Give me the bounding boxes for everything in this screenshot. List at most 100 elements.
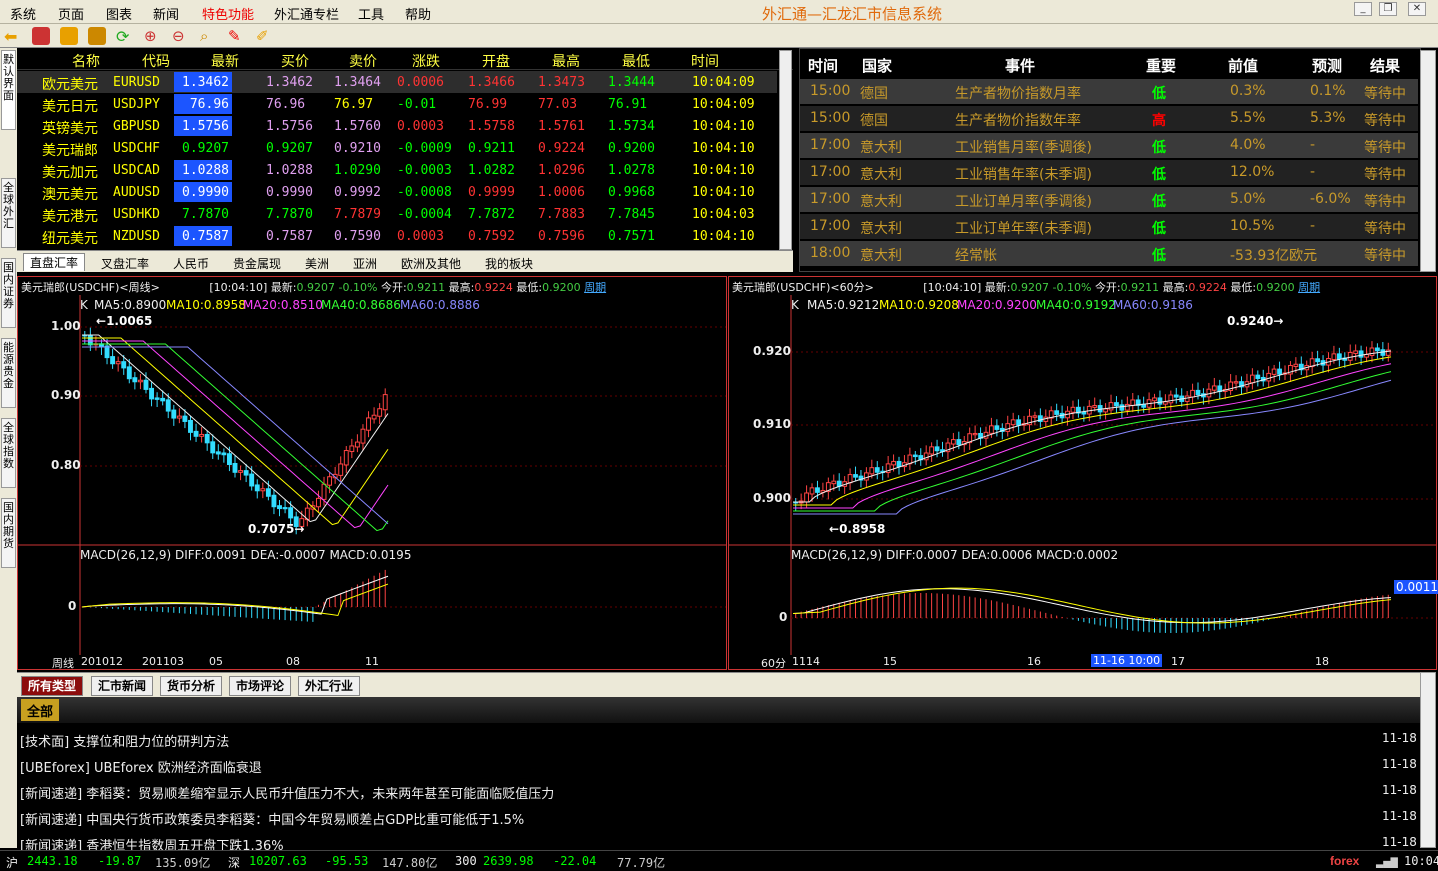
tab-rmb[interactable]: 人民币	[173, 255, 209, 272]
sh-index-change: -19.87	[98, 854, 142, 868]
col-bid[interactable]: 买价	[281, 51, 309, 71]
col-name[interactable]: 名称	[72, 51, 100, 71]
menu-column[interactable]: 外汇通专栏	[274, 4, 339, 23]
calendar-row[interactable]: 17:00 意大利 工业销售年率(未季调) 低 12.0% - 等待中	[800, 159, 1418, 185]
col-last[interactable]: 最新	[211, 51, 239, 71]
calendar-row[interactable]: 18:00 意大利 经常帐 低 -53.93亿欧元 - 等待中	[800, 240, 1418, 266]
close-button[interactable]: ✕	[1408, 2, 1426, 16]
calendar-cell-event: 工业订单年率(未季调)	[955, 221, 1092, 237]
calendar-row[interactable]: 17:00 意大利 工业订单年率(未季调) 低 10.5% - 等待中	[800, 213, 1418, 239]
book-icon[interactable]	[60, 27, 78, 45]
cal-col-previous: 前值	[1228, 57, 1259, 75]
back-arrow-icon[interactable]: ⬅	[4, 27, 22, 46]
quote-row[interactable]: 欧元美元 EURUSD 1.3462 1.3462 1.3464 0.0006 1.3466…	[17, 71, 777, 93]
menu-help[interactable]: 帮助	[405, 4, 431, 23]
quote-row[interactable]: 纽元美元 NZDUSD 0.7587 0.7587 0.7590 0.0003 0.7592…	[17, 225, 777, 247]
candle-body	[265, 488, 271, 497]
left-tab-default[interactable]: 默认界面	[1, 50, 16, 130]
minimize-button[interactable]: _	[1354, 2, 1372, 16]
news-item[interactable]: [技术面] 支撑位和阻力位的研判方法 11-18	[20, 731, 1420, 757]
candle-body	[188, 419, 193, 433]
quotes-scrollbar[interactable]	[779, 50, 792, 250]
tab-precious-metals[interactable]: 贵金属现	[233, 255, 281, 272]
left-tab-futures[interactable]: 国内期货	[1, 498, 16, 568]
tab-americas[interactable]: 美洲	[305, 255, 329, 272]
find-icon[interactable]: ⌕	[200, 27, 218, 45]
calendar-cell-res: 等待中	[1364, 140, 1406, 156]
news-tab-industry[interactable]: 外汇行业	[298, 676, 361, 696]
menu-tools[interactable]: 工具	[358, 4, 384, 23]
col-time[interactable]: 时间	[691, 51, 719, 71]
quote-cell-low: 0.9968	[608, 185, 655, 200]
quote-cell-ask: 7.7879	[334, 207, 381, 222]
calendar-row[interactable]: 17:00 意大利 工业订单月率(季调後) 低 5.0% -6.0% 等待中	[800, 186, 1418, 212]
left-tab-energy[interactable]: 能源贵金	[1, 338, 16, 408]
menu-news[interactable]: 新闻	[153, 4, 179, 23]
news-tab-fx[interactable]: 汇市新闻	[91, 676, 154, 696]
left-tab-domestic-stocks[interactable]: 国内证券	[1, 258, 16, 328]
zoom-out-icon[interactable]: ⊖	[172, 27, 190, 45]
col-ask[interactable]: 卖价	[349, 51, 377, 71]
quote-cell-open: 0.7592	[468, 229, 515, 244]
news-tab-commentary[interactable]: 市场评论	[229, 676, 292, 696]
candle-body	[260, 488, 266, 492]
quote-row[interactable]: 美元日元 USDJPY 76.96 76.96 76.97 -0.01 76.99 77.03…	[17, 93, 777, 115]
calendar-cell-event: 经常帐	[955, 248, 997, 264]
quote-row[interactable]: 美元加元 USDCAD 1.0288 1.0288 1.0290 -0.0003 1.028…	[17, 159, 777, 181]
calendar-cell-prev: 4.0%	[1230, 137, 1266, 153]
hourly-kline-chart[interactable]: 美元瑞郎(USDCHF)<60分> [10:04:10] 最新:0.9207 -…	[728, 276, 1438, 670]
y-tick-label: 0.80	[51, 458, 81, 472]
window-icon[interactable]	[88, 27, 106, 45]
news-subtab-all[interactable]: 全部	[21, 699, 60, 721]
calendar-scrollbar[interactable]	[1420, 50, 1436, 272]
cal-col-forecast: 预测	[1312, 57, 1343, 75]
x-tick-label: 201103	[142, 655, 184, 668]
menu-system[interactable]: 系统	[10, 4, 36, 23]
col-open[interactable]: 开盘	[482, 51, 510, 71]
quote-cell-high: 7.7883	[538, 207, 585, 222]
col-code[interactable]: 代码	[142, 51, 170, 71]
tab-asia[interactable]: 亚洲	[353, 255, 377, 272]
draw-tool-icon[interactable]: ✐	[256, 27, 274, 45]
news-tab-all[interactable]: 所有类型	[21, 676, 84, 696]
x-tick-label: 18	[1315, 655, 1329, 668]
calendar-row[interactable]: 15:00 德国 生产者物价指数月率 低 0.3% 0.1% 等待中	[800, 78, 1418, 104]
tab-direct-rates[interactable]: 直盘汇率	[23, 253, 86, 271]
menu-chart[interactable]: 图表	[106, 4, 132, 23]
refresh-icon[interactable]: ⟳	[116, 27, 134, 46]
candle-body	[1124, 403, 1130, 411]
quote-row[interactable]: 美元瑞郎 USDCHF 0.9207 0.9207 0.9210 -0.0009 0.921…	[17, 137, 777, 159]
news-scrollbar[interactable]	[1420, 672, 1436, 848]
quote-row[interactable]: 美元港元 USDHKD 7.7870 7.7870 7.7879 -0.0004 7.787…	[17, 203, 777, 225]
quote-cell-code: NZDUSD	[113, 229, 160, 244]
left-tab-global-fx[interactable]: 全球外汇	[1, 178, 16, 248]
col-low[interactable]: 最低	[622, 51, 650, 71]
calendar-cell-fc: 0.1%	[1310, 83, 1346, 99]
quote-row[interactable]: 澳元美元 AUDUSD 0.9990 0.9990 0.9992 -0.0008 0.999…	[17, 181, 777, 203]
quote-row[interactable]: 英镑美元 GBPUSD 1.5756 1.5756 1.5760 0.0003 1.5758…	[17, 115, 777, 137]
quote-cell-ask: 1.0290	[334, 163, 381, 178]
quote-group-tabs: 直盘汇率 叉盘汇率 人民币 贵金属现 美洲 亚洲 欧洲及其他 我的板块	[17, 250, 793, 272]
menu-features[interactable]: 特色功能	[202, 4, 254, 23]
menu-page[interactable]: 页面	[58, 4, 84, 23]
candle-body	[891, 460, 896, 466]
news-tab-analysis[interactable]: 货币分析	[160, 676, 223, 696]
weekly-kline-chart[interactable]: 美元瑞郎(USDCHF)<周线> [10:04:10] 最新:0.9207 -0…	[17, 276, 727, 670]
tab-cross-rates[interactable]: 叉盘汇率	[101, 255, 149, 272]
restore-button[interactable]: ❐	[1379, 2, 1397, 16]
col-change[interactable]: 涨跌	[412, 51, 440, 71]
zoom-in-icon[interactable]: ⊕	[144, 27, 162, 45]
news-item[interactable]: [新闻速递] 中国央行货币政策委员李稻葵：中国今年贸易顺差占GDP比重可能低于1…	[20, 809, 1420, 835]
col-high[interactable]: 最高	[552, 51, 580, 71]
calendar-row[interactable]: 15:00 德国 生产者物价指数年率 高 5.5% 5.3% 等待中	[800, 105, 1418, 131]
tab-my-board[interactable]: 我的板块	[485, 255, 533, 272]
candle-body	[1293, 363, 1299, 367]
news-item[interactable]: [新闻速递] 李稻葵：贸易顺差缩窄显示人民币升值压力不大，未来两年甚至可能面临贬…	[20, 783, 1420, 809]
news-item[interactable]: [UBEforex] UBEforex 欧洲经济面临衰退 11-18	[20, 757, 1420, 783]
pen-icon[interactable]: ✎	[228, 27, 246, 45]
quote-cell-ask: 0.9992	[334, 185, 381, 200]
calendar-row[interactable]: 17:00 意大利 工业销售月率(季调後) 低 4.0% - 等待中	[800, 132, 1418, 158]
home-icon[interactable]	[32, 27, 50, 45]
tab-europe[interactable]: 欧洲及其他	[401, 255, 461, 272]
left-tab-global-index[interactable]: 全球指数	[1, 418, 16, 488]
